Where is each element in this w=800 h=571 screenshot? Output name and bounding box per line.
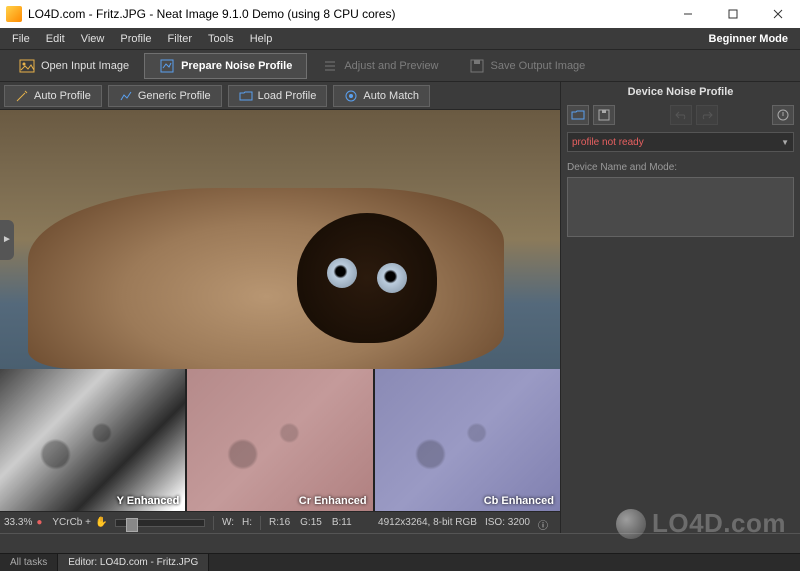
menu-profile[interactable]: Profile	[112, 31, 159, 47]
stage-open-input[interactable]: Open Input Image	[4, 53, 144, 79]
zoom-level[interactable]: 33.3%	[4, 517, 32, 528]
menu-help[interactable]: Help	[242, 31, 281, 47]
bottom-tabs: All tasks Editor: LO4D.com - Fritz.JPG	[0, 553, 800, 571]
image-viewer[interactable]: ►	[0, 110, 560, 369]
channel-previews: Y Enhanced Cr Enhanced Cb Enhanced	[0, 369, 560, 511]
sliders-icon	[322, 58, 338, 74]
maximize-button[interactable]	[710, 0, 755, 28]
menubar: File Edit View Profile Filter Tools Help…	[0, 28, 800, 50]
load-profile-button[interactable]: Load Profile	[228, 85, 328, 107]
button-label: Generic Profile	[138, 90, 211, 102]
image-icon	[19, 58, 35, 74]
menu-filter[interactable]: Filter	[160, 31, 200, 47]
target-icon	[344, 89, 358, 103]
wand-icon	[15, 89, 29, 103]
mode-indicator[interactable]: Beginner Mode	[701, 31, 796, 47]
iso-value: ISO: 3200	[485, 517, 530, 529]
channel-cb[interactable]: Cb Enhanced	[375, 369, 560, 511]
stage-adjust-preview: Adjust and Preview	[307, 53, 453, 79]
pixel-b: B:11	[332, 517, 352, 528]
minimize-button[interactable]	[665, 0, 710, 28]
channel-cr[interactable]: Cr Enhanced	[187, 369, 372, 511]
chart-icon	[119, 89, 133, 103]
save-profile-button[interactable]	[593, 105, 615, 125]
stage-tabs: Open Input Image Prepare Noise Profile A…	[0, 50, 800, 82]
separator	[260, 516, 261, 530]
channel-label: Y Enhanced	[117, 495, 180, 507]
stage-label: Save Output Image	[491, 60, 586, 72]
window-title: LO4D.com - Fritz.JPG - Neat Image 9.1.0 …	[28, 7, 395, 21]
channel-y[interactable]: Y Enhanced	[0, 369, 185, 511]
menu-edit[interactable]: Edit	[38, 31, 73, 47]
device-name-field[interactable]	[567, 177, 794, 237]
button-label: Auto Profile	[34, 90, 91, 102]
pixel-g: G:15	[300, 517, 322, 528]
auto-match-button[interactable]: Auto Match	[333, 85, 430, 107]
menu-view[interactable]: View	[73, 31, 113, 47]
chevron-down-icon: ▼	[781, 138, 789, 147]
profile-info-button[interactable]	[772, 105, 794, 125]
channel-label: Cr Enhanced	[299, 495, 367, 507]
app-icon	[6, 6, 22, 22]
button-label: Load Profile	[258, 90, 317, 102]
auto-profile-button[interactable]: Auto Profile	[4, 85, 102, 107]
stage-label: Prepare Noise Profile	[181, 60, 292, 72]
open-profile-button[interactable]	[567, 105, 589, 125]
menu-file[interactable]: File	[4, 31, 38, 47]
zoom-slider[interactable]	[115, 519, 205, 527]
menu-tools[interactable]: Tools	[200, 31, 242, 47]
record-icon[interactable]: ●	[36, 517, 48, 529]
width-label: W:	[222, 517, 234, 528]
color-mode[interactable]: YCrCb +	[52, 517, 91, 528]
generic-profile-button[interactable]: Generic Profile	[108, 85, 222, 107]
undo-button	[670, 105, 692, 125]
info-strip: 33.3% ● YCrCb + ✋ W: H: R:16 G:15 B:11 4…	[0, 511, 560, 533]
stage-label: Open Input Image	[41, 60, 129, 72]
side-panel: Device Noise Profile profile not ready ▼…	[560, 82, 800, 533]
pixel-r: R:16	[269, 517, 290, 528]
folder-open-icon	[239, 89, 253, 103]
height-label: H:	[242, 517, 252, 528]
separator	[213, 516, 214, 530]
expand-handle[interactable]: ►	[0, 220, 14, 260]
stage-prepare-profile[interactable]: Prepare Noise Profile	[144, 53, 307, 79]
profile-toolbar: Auto Profile Generic Profile Load Profil…	[0, 82, 560, 110]
statusbar	[0, 533, 800, 553]
save-icon	[469, 58, 485, 74]
input-image	[0, 110, 560, 369]
close-button[interactable]	[755, 0, 800, 28]
window-titlebar: LO4D.com - Fritz.JPG - Neat Image 9.1.0 …	[0, 0, 800, 28]
profile-icon	[159, 58, 175, 74]
channel-label: Cb Enhanced	[484, 495, 554, 507]
stage-label: Adjust and Preview	[344, 60, 438, 72]
hand-tool-icon[interactable]: ✋	[95, 517, 107, 529]
image-dimensions: 4912x3264, 8-bit RGB	[378, 517, 477, 529]
device-name-label: Device Name and Mode:	[561, 156, 800, 175]
tab-editor[interactable]: Editor: LO4D.com - Fritz.JPG	[58, 554, 209, 571]
tab-all-tasks[interactable]: All tasks	[0, 554, 58, 571]
redo-button	[696, 105, 718, 125]
stage-save-output: Save Output Image	[454, 53, 601, 79]
profile-dropdown[interactable]: profile not ready ▼	[567, 132, 794, 152]
info-icon[interactable]: ⓘ	[538, 517, 550, 529]
profile-status: profile not ready	[572, 137, 644, 148]
panel-title: Device Noise Profile	[561, 82, 800, 102]
button-label: Auto Match	[363, 90, 419, 102]
